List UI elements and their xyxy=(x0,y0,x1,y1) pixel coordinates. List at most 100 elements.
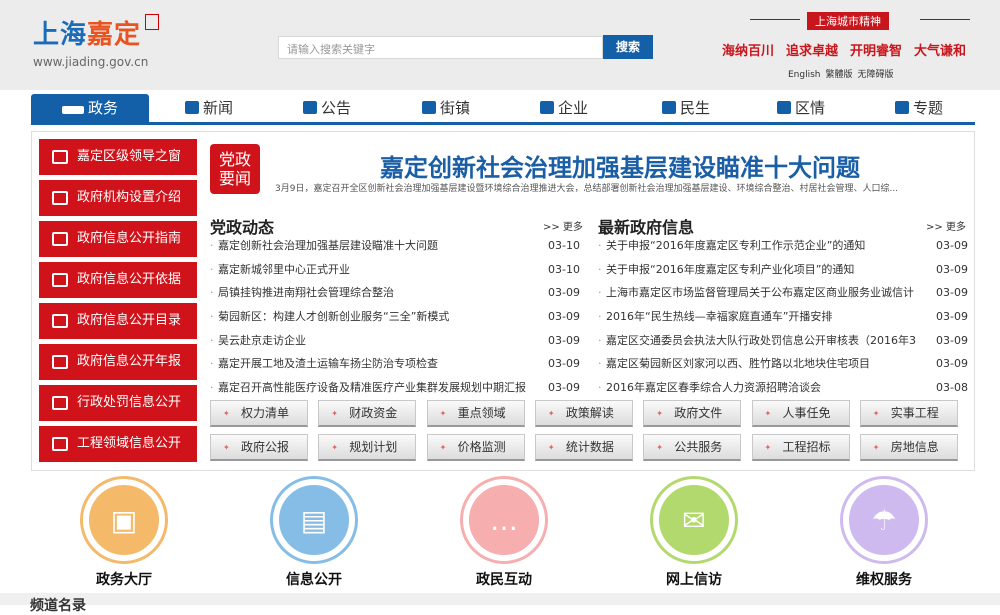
sidebar-item[interactable]: 政府信息公开依据 xyxy=(39,262,197,298)
motto: 追求卓越 xyxy=(786,44,839,59)
nav-tab-towns[interactable]: 街镇 xyxy=(422,94,470,122)
news-title[interactable]: 菊园新区：构建人才创新创业服务“三全”新模式 xyxy=(218,310,449,323)
news-item[interactable]: 嘉定区菊园新区刘家河以西、胜竹路以北地块住宅项目 03-09 xyxy=(598,352,968,377)
left-news-list: 嘉定创新社会治理加强基层建设瞄准十大问题 03-10 嘉定新城邻里中心正式开业 03-… xyxy=(210,234,580,400)
news-title[interactable]: 局镇挂钩推进南翔社会管理综合整治 xyxy=(218,286,394,299)
news-date: 03-09 xyxy=(930,234,968,258)
news-title[interactable]: 嘉定创新社会治理加强基层建设瞄准十大问题 xyxy=(218,239,438,252)
nav-tab-topics[interactable]: 专题 xyxy=(895,94,943,122)
accessible-link[interactable]: 无障碍版 xyxy=(858,70,894,80)
news-item[interactable]: 嘉定创新社会治理加强基层建设瞄准十大问题 03-10 xyxy=(210,234,580,258)
service-label[interactable]: 网上信访 xyxy=(634,569,754,589)
news-title[interactable]: 嘉定新城邻里中心正式开业 xyxy=(218,263,350,276)
sidebar-item[interactable]: 政府信息公开指南 xyxy=(39,221,197,257)
headline-title[interactable]: 嘉定创新社会治理加强基层建设瞄准十大问题 xyxy=(300,148,940,183)
quick-link-button[interactable]: 工程招标 xyxy=(751,434,850,461)
quick-link-button[interactable]: 政府公报 xyxy=(210,434,308,461)
service-1-button[interactable]: ▣ xyxy=(80,476,168,564)
nav-tab-notice[interactable]: 公告 xyxy=(303,94,351,122)
sidebar-item-icon xyxy=(52,314,68,328)
news-item[interactable]: 上海市嘉定区市场监督管理局关于公布嘉定区商业服务业诚信计 03-09 xyxy=(598,281,968,306)
sidebar-item-icon xyxy=(52,396,68,410)
news-date: 03-10 xyxy=(542,257,580,282)
nav-tab-zhengwu[interactable]: 政务 xyxy=(31,94,149,122)
main-nav: 政务 新闻 公告 街镇 企业 民生 区情 专题 xyxy=(31,94,975,125)
service-2-button[interactable]: ▤ xyxy=(270,476,358,564)
nav-tab-news[interactable]: 新闻 xyxy=(185,94,233,122)
news-item[interactable]: 关于申报“2016年度嘉定区专利工作示范企业”的通知 03-09 xyxy=(598,234,968,258)
service-label[interactable]: 政民互动 xyxy=(444,569,564,589)
quick-link-button[interactable]: 权力清单 xyxy=(210,400,308,427)
service-5-button[interactable]: ☂ xyxy=(840,476,928,564)
service-label[interactable]: 维权服务 xyxy=(824,569,944,589)
quick-link-button[interactable]: 政策解读 xyxy=(534,400,633,427)
news-title[interactable]: 嘉定召开高性能医疗设备及精准医疗产业集群发展规划中期汇报 xyxy=(218,381,526,394)
site-logo[interactable]: 上海嘉定 www.jiading.gov.cn xyxy=(33,14,159,69)
news-title[interactable]: 吴云赴京走访企业 xyxy=(218,334,306,347)
news-item[interactable]: 2016年嘉定区春季综合人力资源招聘洽谈会 03-08 xyxy=(598,376,968,400)
news-item[interactable]: 关于申报“2016年度嘉定区专利产业化项目”的通知 03-09 xyxy=(598,257,968,282)
news-title[interactable]: 2016年嘉定区春季综合人力资源招聘洽谈会 xyxy=(606,381,821,394)
news-item[interactable]: 嘉定召开高性能医疗设备及精准医疗产业集群发展规划中期汇报 03-09 xyxy=(210,376,580,400)
city-spirit-title: 上海城市精神 xyxy=(807,12,889,30)
service-label[interactable]: 政务大厅 xyxy=(64,569,184,589)
motto: 海纳百川 xyxy=(722,44,775,59)
lang-english-link[interactable]: English xyxy=(788,70,821,80)
sidebar-item[interactable]: 工程领域信息公开 xyxy=(39,426,197,462)
sidebar-item[interactable]: 行政处罚信息公开 xyxy=(39,385,197,421)
sidebar-item-label: 嘉定区级领导之窗 xyxy=(77,149,182,164)
news-item[interactable]: 嘉定新城邻里中心正式开业 03-10 xyxy=(210,257,580,282)
service-label[interactable]: 信息公开 xyxy=(254,569,374,589)
sidebar-item[interactable]: 政府信息公开年报 xyxy=(39,344,197,380)
right-news-list: 关于申报“2016年度嘉定区专利工作示范企业”的通知03-09关于申报“2016… xyxy=(598,234,968,400)
news-title[interactable]: 上海市嘉定区市场监督管理局关于公布嘉定区商业服务业诚信计 xyxy=(606,286,914,299)
quick-link-button[interactable]: 实事工程 xyxy=(859,400,958,427)
sidebar-item[interactable]: 嘉定区级领导之窗 xyxy=(39,139,197,175)
news-item[interactable]: 吴云赴京走访企业 03-09 xyxy=(210,328,580,353)
quick-link-button[interactable]: 财政资金 xyxy=(318,400,417,427)
quick-link-button[interactable]: 公共服务 xyxy=(643,434,742,461)
news-date: 03-09 xyxy=(542,328,580,353)
news-title[interactable]: 嘉定开展工地及渣土运输车扬尘防治专项检查 xyxy=(218,357,438,370)
sidebar-item-label: 政府信息公开指南 xyxy=(77,231,182,246)
nav-label: 公告 xyxy=(321,99,352,117)
quick-link-button[interactable]: 政府文件 xyxy=(643,400,742,427)
sidebar-item-icon xyxy=(52,437,68,451)
nav-tab-district[interactable]: 区情 xyxy=(777,94,825,122)
city-spirit: 上海城市精神 xyxy=(750,12,970,30)
quick-link-button[interactable]: 规划计划 xyxy=(318,434,417,461)
service-4-button[interactable]: ✉ xyxy=(650,476,738,564)
nav-label: 专题 xyxy=(913,99,944,117)
quick-link-button[interactable]: 统计数据 xyxy=(534,434,633,461)
lang-traditional-link[interactable]: 繁體版 xyxy=(826,70,853,80)
notice-icon xyxy=(303,101,317,114)
news-title[interactable]: 嘉定区交通委员会执法大队行政处罚信息公开审核表（2016年3 xyxy=(606,334,916,347)
news-item[interactable]: 局镇挂钩推进南翔社会管理综合整治 03-09 xyxy=(210,281,580,306)
service-3-button[interactable]: … xyxy=(460,476,548,564)
headline-badge: 党政 要闻 xyxy=(210,144,260,194)
news-item[interactable]: 嘉定开展工地及渣土运输车扬尘防治专项检查 03-09 xyxy=(210,352,580,377)
news-title[interactable]: 关于申报“2016年度嘉定区专利工作示范企业”的通知 xyxy=(606,239,865,252)
news-title[interactable]: 2016年“民生热线—幸福家庭直通车”开播安排 xyxy=(606,310,832,323)
left-more-link[interactable]: >> 更多 xyxy=(543,218,583,233)
sidebar-item[interactable]: 政府机构设置介绍 xyxy=(39,180,197,216)
chat-icon: … xyxy=(467,483,541,557)
nav-tab-livelihood[interactable]: 民生 xyxy=(662,94,710,122)
news-item[interactable]: 2016年“民生热线—幸福家庭直通车”开播安排 03-09 xyxy=(598,305,968,329)
right-more-link[interactable]: >> 更多 xyxy=(926,218,966,233)
nav-label: 区情 xyxy=(795,99,826,117)
quick-link-button[interactable]: 重点领域 xyxy=(426,400,525,427)
badge-line: 党政 xyxy=(218,150,251,169)
news-title[interactable]: 嘉定区菊园新区刘家河以西、胜竹路以北地块住宅项目 xyxy=(606,357,870,370)
nav-tab-business[interactable]: 企业 xyxy=(540,94,588,122)
quick-link-button[interactable]: 房地信息 xyxy=(859,434,958,461)
search-button[interactable]: 搜索 xyxy=(603,35,653,59)
quick-link-button[interactable]: 价格监测 xyxy=(426,434,525,461)
news-item[interactable]: 嘉定区交通委员会执法大队行政处罚信息公开审核表（2016年3 03-09 xyxy=(598,328,968,353)
news-item[interactable]: 菊园新区：构建人才创新创业服务“三全”新模式 03-09 xyxy=(210,305,580,329)
sidebar-item[interactable]: 政府信息公开目录 xyxy=(39,303,197,339)
news-title[interactable]: 关于申报“2016年度嘉定区专利产业化项目”的通知 xyxy=(606,263,854,276)
search-input[interactable]: 请输入搜索关键字 xyxy=(278,36,603,59)
quick-link-button[interactable]: 人事任免 xyxy=(751,400,850,427)
language-links: English 繁體版 无障碍版 xyxy=(788,67,899,80)
